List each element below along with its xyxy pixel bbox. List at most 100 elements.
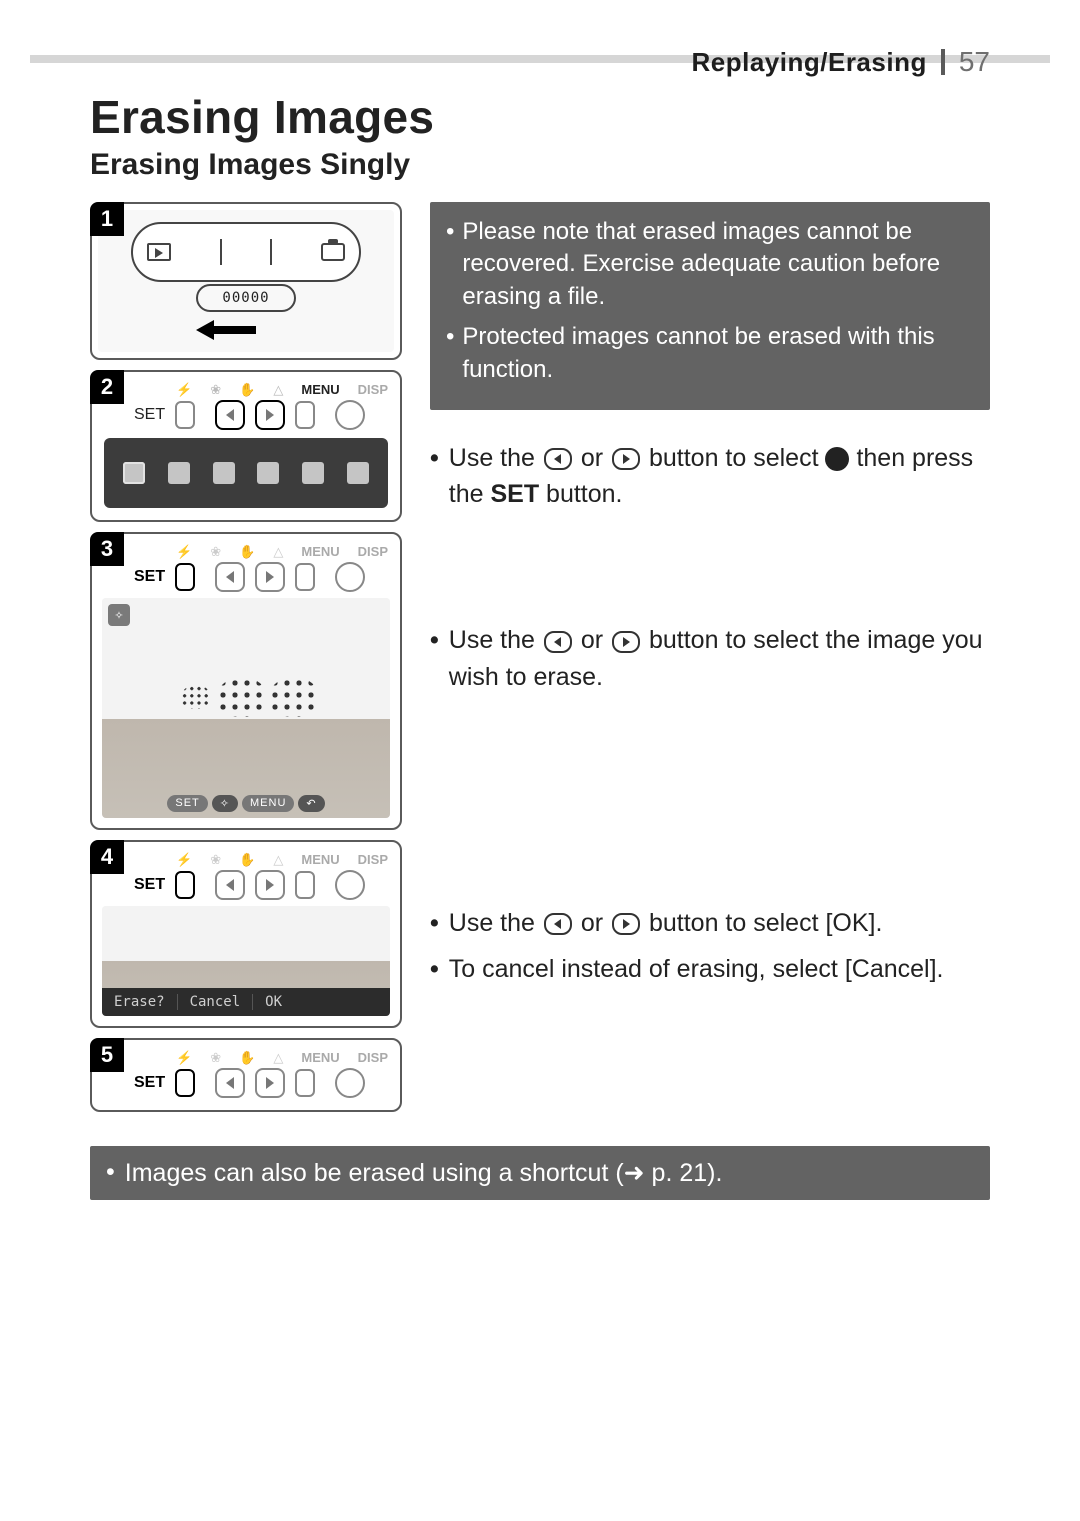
left-button-icon: [544, 448, 572, 470]
disp-button: [335, 870, 365, 900]
header-divider: [941, 49, 945, 75]
text: button.: [546, 480, 622, 508]
step-4-panel: 4 ⚡ ❀ ✋ △ MENU DISP SET: [90, 840, 402, 1028]
step-1-panel: 1 00000: [90, 202, 402, 360]
erase-mode-icon: [123, 462, 145, 484]
disp-label: DISP: [358, 1050, 388, 1066]
pill-row: SET ✧ MENU ↶: [102, 795, 390, 812]
arrow-left-icon: [196, 320, 256, 340]
icon-hand: ✋: [239, 1050, 255, 1066]
instruction-point: Use the or button to select then press t…: [430, 440, 990, 513]
step-2-panel: 2 ⚡ ❀ ✋ △ MENU DISP SET: [90, 370, 402, 522]
text: or: [581, 909, 610, 937]
content: Erasing Images Erasing Images Singly 1: [90, 90, 990, 1200]
set-pill: SET: [167, 795, 207, 812]
menu-button: [295, 563, 315, 591]
icon-hand: ✋: [239, 852, 255, 868]
lcd-confirm: Erase? Cancel OK: [102, 906, 390, 1016]
erase-prompt: Erase?: [102, 994, 177, 1010]
page-subtitle: Erasing Images Singly: [90, 148, 990, 182]
step-5-panel: 5 ⚡ ❀ ✋ △ MENU DISP SET: [90, 1038, 402, 1112]
step-2-buttonrow: ⚡ ❀ ✋ △ MENU DISP SET: [98, 378, 394, 432]
left-nav-button: [215, 870, 245, 900]
footer-note: Images can also be erased using a shortc…: [90, 1146, 990, 1200]
disp-label: DISP: [358, 382, 388, 398]
icon-flash: ⚡: [176, 382, 192, 398]
icon-wb: △: [273, 852, 283, 868]
left-nav-button: [215, 400, 245, 430]
icon-macro: ❀: [210, 852, 221, 868]
mode-icon: [302, 462, 324, 484]
callout-item: Protected images cannot be erased with t…: [446, 321, 972, 386]
menu-pill: MENU: [242, 795, 294, 812]
erase-badge-icon: ✧: [108, 604, 130, 626]
footer-text: Images can also be erased using a shortc…: [125, 1159, 624, 1187]
icon-macro: ❀: [210, 544, 221, 560]
instructions-column: Please note that erased images cannot be…: [430, 202, 990, 1007]
menu-button: [295, 1069, 315, 1097]
set-word: SET: [490, 480, 539, 508]
instruction-group-1: Use the or button to select then press t…: [430, 440, 990, 513]
text: To cancel instead of erasing, select [Ca…: [449, 951, 990, 987]
menu-button: [295, 401, 315, 429]
instruction-group-3: Use the or button to select [OK]. To can…: [430, 905, 990, 988]
icon-flash: ⚡: [176, 852, 192, 868]
left-nav-button: [215, 1068, 245, 1098]
set-button: [175, 401, 195, 429]
right-button-icon: [612, 631, 640, 653]
set-button: [175, 563, 195, 591]
footer-text: p. 21).: [645, 1159, 723, 1187]
page-number: 57: [959, 46, 990, 78]
callout-item: Please note that erased images cannot be…: [446, 216, 972, 313]
set-button: [175, 871, 195, 899]
step-3-number: 3: [90, 532, 124, 566]
right-nav-button: [255, 562, 285, 592]
instruction-point: To cancel instead of erasing, select [Ca…: [430, 951, 990, 987]
mode-icon: [213, 462, 235, 484]
camera-icon: [321, 243, 345, 261]
mode-icon: [347, 462, 369, 484]
steps-column: 1 00000: [90, 202, 402, 1122]
disp-label: DISP: [358, 852, 388, 868]
icon-macro: ❀: [210, 1050, 221, 1066]
mode-icon: [168, 462, 190, 484]
ok-option: OK: [252, 994, 294, 1010]
step-4-number: 4: [90, 840, 124, 874]
right-nav-button: [255, 870, 285, 900]
arrow-icon: ➜: [624, 1158, 645, 1188]
left-nav-button: [215, 562, 245, 592]
right-nav-button: [255, 1068, 285, 1098]
menu-label: MENU: [301, 382, 339, 398]
columns: 1 00000: [90, 202, 990, 1122]
instruction-group-2: Use the or button to select the image yo…: [430, 622, 990, 695]
back-pill-icon: ↶: [298, 795, 324, 812]
right-nav-button: [255, 400, 285, 430]
step-3-buttonrow: ⚡ ❀ ✋ △ MENU DISP SET: [98, 540, 394, 594]
icon-wb: △: [273, 382, 283, 398]
menu-label: MENU: [301, 544, 339, 560]
text: button to select: [649, 444, 826, 472]
step-5-buttonrow: ⚡ ❀ ✋ △ MENU DISP SET: [98, 1046, 394, 1104]
step-3-panel: 3 ⚡ ❀ ✋ △ MENU DISP SET: [90, 532, 402, 830]
page-title: Erasing Images: [90, 90, 990, 144]
cancel-option: Cancel: [177, 994, 253, 1010]
dial-divider: [220, 239, 222, 265]
mode-icon-strip: [104, 438, 388, 508]
menu-button: [295, 871, 315, 899]
erase-pill-icon: ✧: [212, 795, 238, 812]
icon-wb: △: [273, 544, 283, 560]
step-1-diagram: 00000: [98, 210, 394, 352]
right-button-icon: [612, 448, 640, 470]
playback-icon: [147, 243, 171, 261]
right-button-icon: [612, 913, 640, 935]
text: Use the: [449, 909, 542, 937]
disp-button: [335, 562, 365, 592]
dial-divider: [270, 239, 272, 265]
preview-tree-icon: [181, 685, 211, 709]
step-1-number: 1: [90, 202, 124, 236]
icon-wb: △: [273, 1050, 283, 1066]
text: or: [581, 444, 610, 472]
set-button: [175, 1069, 195, 1097]
text: or: [581, 626, 610, 654]
header-container: Replaying/Erasing 57: [692, 46, 991, 78]
